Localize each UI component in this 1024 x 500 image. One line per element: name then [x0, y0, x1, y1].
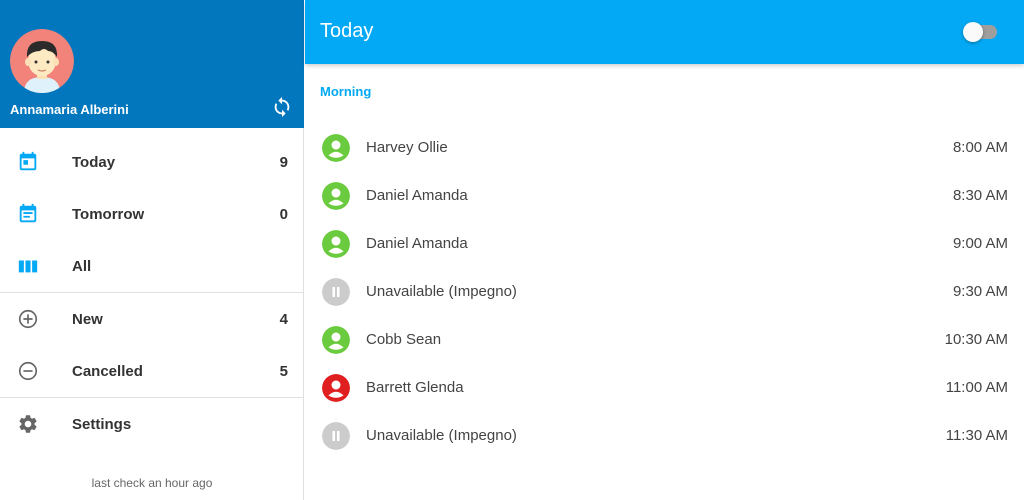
appointment-time: 8:30 AM [952, 187, 1008, 204]
appointment-time: 11:30 AM [945, 427, 1008, 444]
user-name: Annamaria Alberini [10, 102, 129, 117]
appointment-time: 11:00 AM [945, 379, 1008, 396]
appointment-time: 10:30 AM [944, 331, 1008, 348]
section-title: Morning [320, 84, 372, 99]
nav-label-new: New [72, 310, 103, 328]
appointment-time: 8:00 AM [952, 139, 1008, 156]
page-title: Today [320, 20, 374, 42]
appointment-name: Unavailable (Impegno) [366, 283, 517, 300]
appointment-name: Barrett Glenda [366, 379, 464, 396]
avatar[interactable] [10, 29, 74, 93]
person-confirmed-icon [322, 134, 350, 162]
navigation-drawer: Annamaria Alberini Today 9 Tomorrow 0 Al… [0, 0, 304, 500]
appointment-row[interactable]: Daniel Amanda 9:00 AM [305, 220, 1024, 268]
toggle-switch[interactable] [963, 22, 999, 42]
app-bar: Today [305, 0, 1024, 64]
pause-icon [322, 422, 350, 450]
nav-item-new[interactable]: New 4 [0, 293, 304, 345]
nav-item-today[interactable]: Today 9 [0, 136, 304, 188]
nav-item-tomorrow[interactable]: Tomorrow 0 [0, 188, 304, 240]
nav-count-today: 9 [279, 153, 288, 171]
appointment-time: 9:00 AM [952, 235, 1008, 252]
appointment-time: 9:30 AM [952, 283, 1008, 300]
view-columns-icon [16, 254, 40, 278]
person-confirmed-icon [322, 326, 350, 354]
appointment-row[interactable]: Harvey Ollie 8:00 AM [305, 124, 1024, 172]
nav-label-cancelled: Cancelled [72, 362, 143, 380]
appointment-row[interactable]: Unavailable (Impegno) 11:30 AM [305, 412, 1024, 460]
toggle-thumb [963, 22, 983, 42]
appointment-name: Daniel Amanda [366, 235, 468, 252]
nav-count-tomorrow: 0 [279, 205, 288, 223]
appointment-row[interactable]: Daniel Amanda 8:30 AM [305, 172, 1024, 220]
appointment-row[interactable]: Unavailable (Impegno) 9:30 AM [305, 268, 1024, 316]
nav-label-settings: Settings [72, 415, 132, 433]
minus-circle-icon [16, 359, 40, 383]
appointment-row[interactable]: Barrett Glenda 11:00 AM [305, 364, 1024, 412]
appointment-name: Unavailable (Impegno) [366, 427, 517, 444]
person-cancelled-icon [322, 374, 350, 402]
plus-circle-icon [16, 307, 40, 331]
nav-count-new: 4 [279, 310, 288, 328]
refresh-button[interactable] [270, 95, 294, 119]
nav-label-all: All [72, 257, 92, 275]
nav-item-settings[interactable]: Settings [0, 398, 304, 450]
appointment-row[interactable]: Cobb Sean 10:30 AM [305, 316, 1024, 364]
person-confirmed-icon [322, 230, 350, 258]
person-confirmed-icon [322, 182, 350, 210]
profile-header: Annamaria Alberini [0, 0, 304, 128]
calendar-icon [16, 202, 40, 226]
gear-icon [16, 412, 40, 436]
nav-label-today: Today [72, 153, 116, 171]
nav-label-tomorrow: Tomorrow [72, 205, 145, 223]
appointment-name: Harvey Ollie [366, 139, 448, 156]
nav-count-cancelled: 5 [279, 362, 288, 380]
pause-icon [322, 278, 350, 306]
nav-item-all[interactable]: All [0, 240, 304, 292]
appointment-name: Cobb Sean [366, 331, 442, 348]
last-check-status: last check an hour ago [91, 476, 213, 490]
nav-item-cancelled[interactable]: Cancelled 5 [0, 345, 304, 397]
calendar-today-icon [16, 150, 40, 174]
refresh-icon [274, 96, 290, 118]
appointment-name: Daniel Amanda [366, 187, 468, 204]
